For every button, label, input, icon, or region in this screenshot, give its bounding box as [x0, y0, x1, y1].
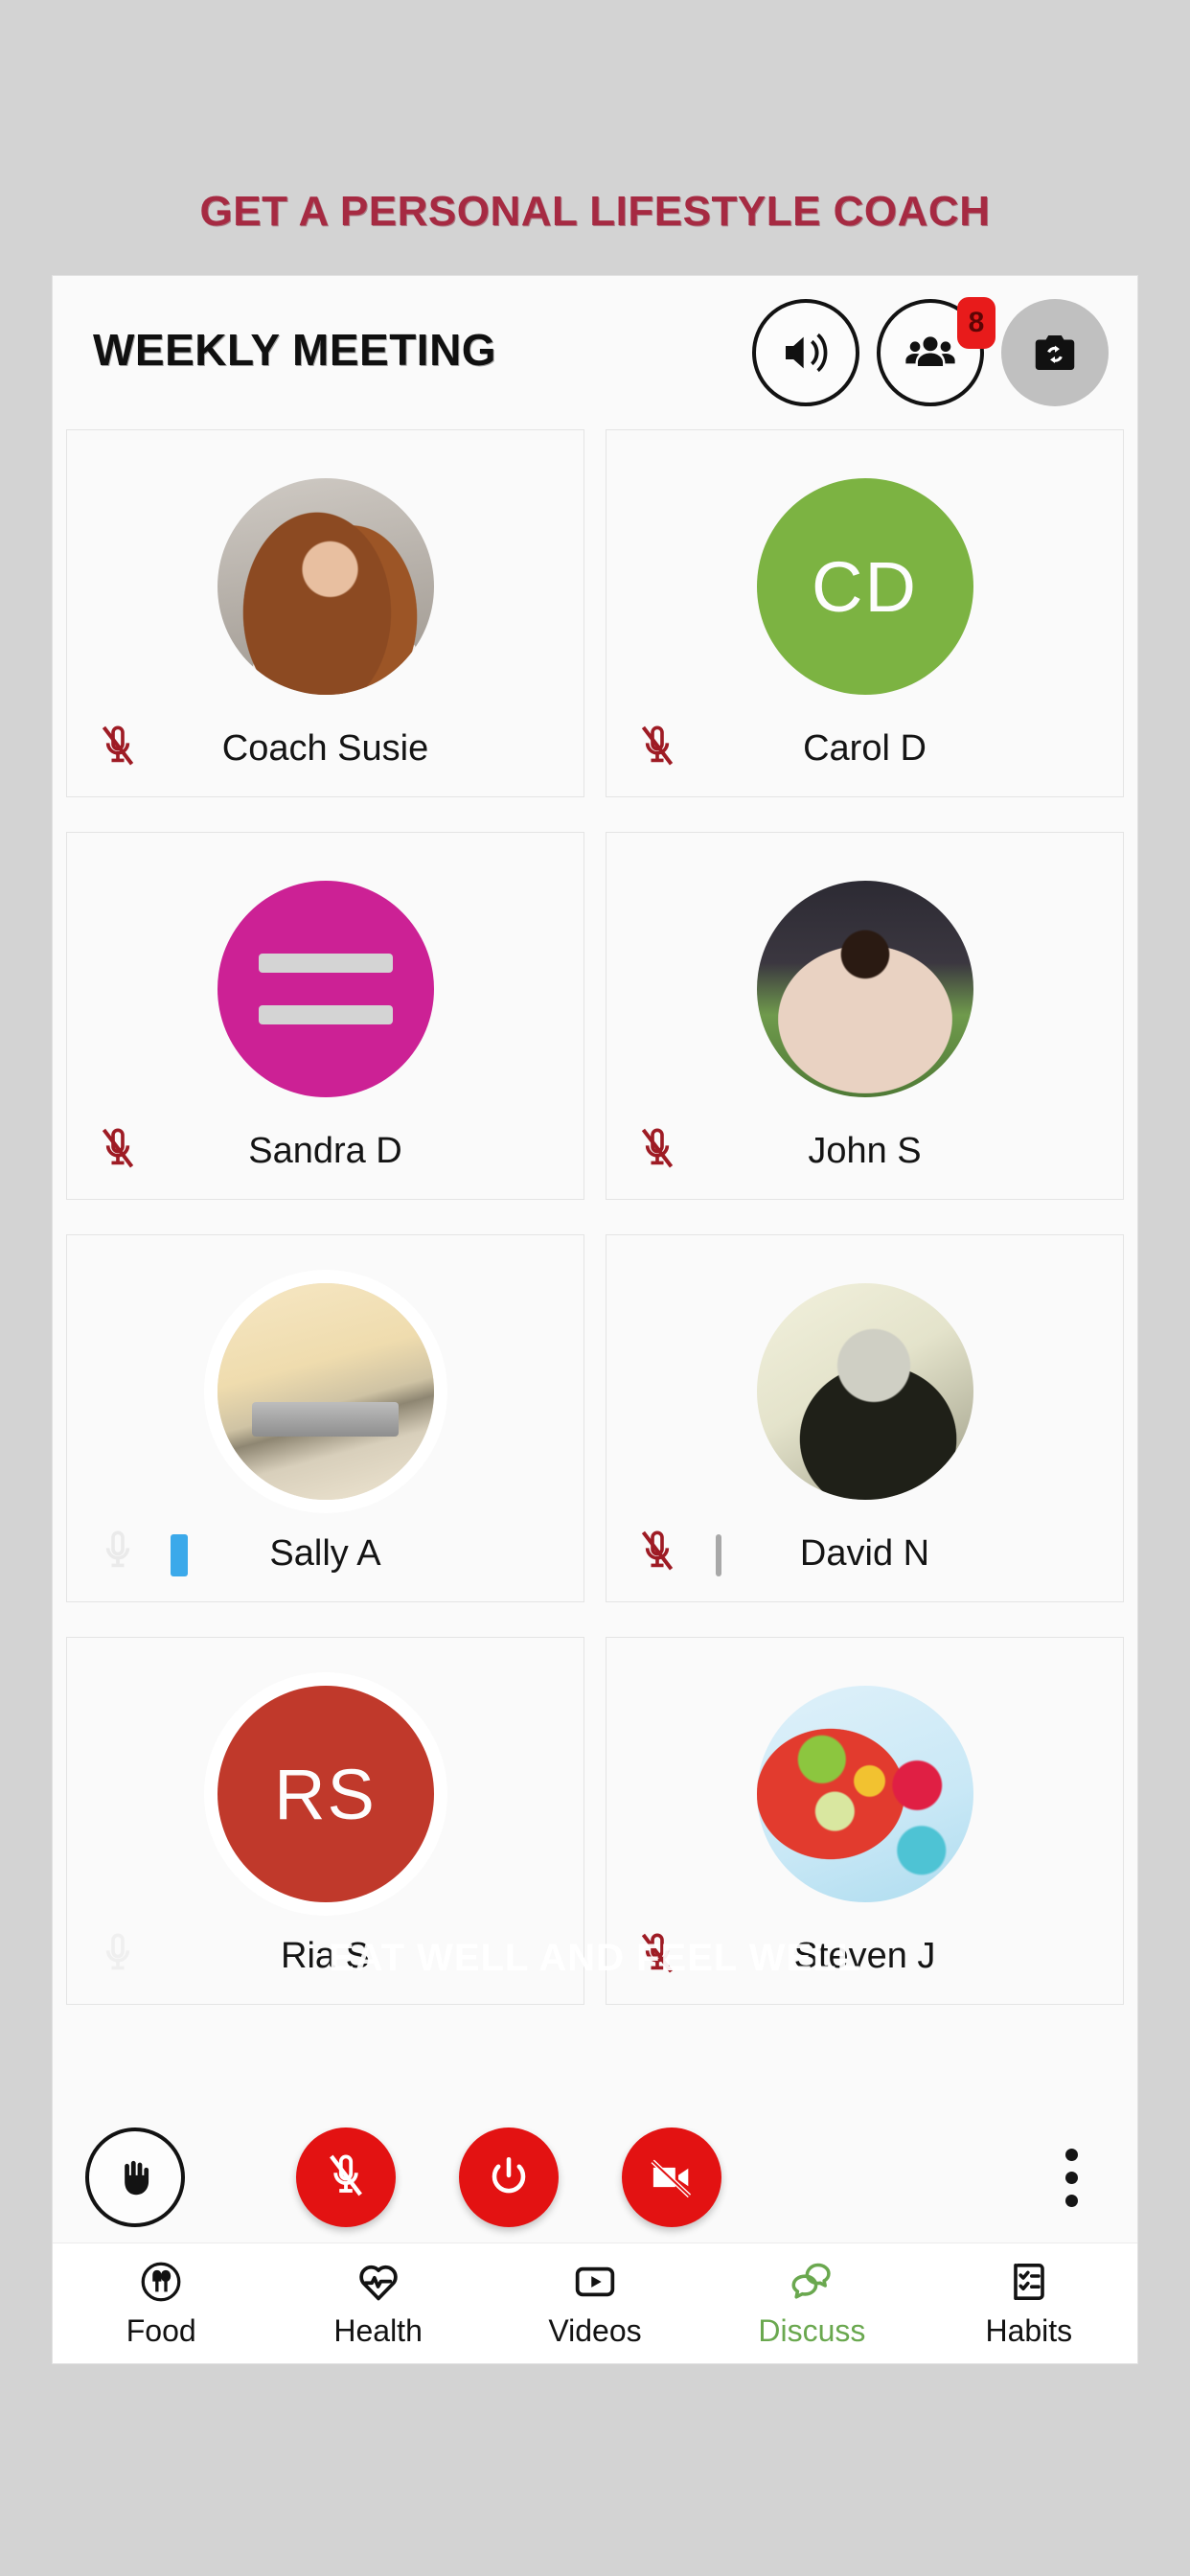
participant-name: Sally A — [269, 1533, 381, 1574]
call-controls — [53, 2112, 1137, 2242]
avatar-wrap — [217, 881, 434, 1097]
bottom-nav: Food Health Videos Discuss Habits — [53, 2242, 1137, 2363]
participant-name: Ria S — [281, 1936, 370, 1976]
plate-cutlery-icon — [137, 2258, 185, 2306]
avatar — [217, 478, 434, 695]
page-title: WEEKLY MEETING — [93, 325, 497, 375]
avatar-wrap — [756, 1686, 973, 1902]
avatar-placeholder-icon — [217, 881, 434, 1097]
participant-tile[interactable]: John S — [606, 832, 1124, 1200]
participants-icon — [903, 325, 958, 380]
nav-item-videos[interactable]: Videos — [487, 2243, 703, 2363]
dot-icon — [1064, 2148, 1078, 2161]
avatar-wrap — [756, 881, 973, 1097]
avatar-initials: CD — [812, 546, 918, 627]
speaker-icon — [779, 326, 833, 380]
power-icon — [485, 2153, 533, 2201]
avatar — [217, 1283, 434, 1500]
avatar-wrap — [217, 478, 434, 695]
status-badge: 8 — [957, 297, 995, 349]
header-actions: 8 — [752, 297, 1109, 406]
dot-icon — [1064, 2171, 1078, 2184]
nav-label: Discuss — [758, 2313, 866, 2348]
participant-tile[interactable]: David N — [606, 1234, 1124, 1602]
avatar-photo — [756, 881, 973, 1097]
participant-name: John S — [808, 1131, 922, 1171]
nav-item-habits[interactable]: Habits — [921, 2243, 1137, 2363]
participant-tile[interactable]: CD Carol D — [606, 429, 1124, 797]
mute-mic-button[interactable] — [296, 2128, 396, 2227]
avatar-photo — [217, 478, 434, 695]
chat-bubbles-icon — [787, 2258, 836, 2306]
nav-label: Food — [126, 2313, 196, 2348]
avatar-wrap: CD — [756, 478, 973, 695]
avatar-wrap — [756, 1283, 973, 1500]
more-options-button[interactable] — [1038, 2128, 1105, 2227]
video-off-icon — [646, 2151, 698, 2203]
meeting-header: WEEKLY MEETING 8 — [53, 276, 1137, 429]
participant-tile[interactable]: Sandra D — [66, 832, 584, 1200]
participant-grid: Coach Susie CD Carol D Sandra D John S S… — [53, 429, 1137, 2005]
avatar — [756, 1283, 973, 1500]
avatar — [756, 1686, 973, 1902]
hand-icon — [110, 2152, 160, 2202]
heart-pulse-icon — [354, 2258, 403, 2306]
switch-camera-icon — [1029, 327, 1081, 379]
end-call-button[interactable] — [459, 2128, 559, 2227]
avatar: CD — [756, 478, 973, 695]
participant-name: Carol D — [803, 728, 927, 769]
participant-tile[interactable]: RS Ria S — [66, 1637, 584, 2005]
participant-tile[interactable]: Sally A — [66, 1234, 584, 1602]
avatar-photo — [756, 1283, 973, 1500]
avatar-wrap — [217, 1283, 434, 1500]
participant-tile[interactable]: Coach Susie — [66, 429, 584, 797]
nav-label: Videos — [548, 2313, 642, 2348]
avatar-photo — [756, 1686, 973, 1902]
nav-item-food[interactable]: Food — [53, 2243, 269, 2363]
participant-tile[interactable]: Steven J — [606, 1637, 1124, 2005]
avatar: RS — [217, 1686, 434, 1902]
participant-name: Steven J — [793, 1936, 936, 1976]
raise-hand-button[interactable] — [85, 2128, 185, 2227]
nav-label: Health — [333, 2313, 423, 2348]
speaker-button[interactable] — [752, 299, 859, 406]
participants-button[interactable]: 8 — [877, 297, 995, 406]
stop-video-button[interactable] — [622, 2128, 721, 2227]
dot-icon — [1064, 2194, 1078, 2207]
phone-frame: WEEKLY MEETING 8 Coach Susie CD Carol D … — [53, 276, 1137, 2363]
participant-name: David N — [799, 1533, 930, 1574]
avatar-initials: RS — [274, 1754, 377, 1834]
nav-item-discuss[interactable]: Discuss — [703, 2243, 920, 2363]
mic-muted-icon — [321, 2150, 371, 2204]
avatar-photo — [217, 1283, 434, 1500]
switch-camera-button[interactable] — [1001, 299, 1109, 406]
promo-headline: GET A PERSONAL LIFESTYLE COACH — [199, 188, 991, 235]
nav-label: Habits — [985, 2313, 1073, 2348]
nav-item-health[interactable]: Health — [269, 2243, 486, 2363]
participant-name: Sandra D — [248, 1131, 402, 1171]
checklist-icon — [1006, 2258, 1052, 2306]
participant-name: Coach Susie — [221, 728, 429, 769]
avatar — [756, 881, 973, 1097]
avatar-wrap: RS — [217, 1686, 434, 1902]
video-play-icon — [571, 2258, 619, 2306]
avatar — [217, 881, 434, 1097]
screen: GET A PERSONAL LIFESTYLE COACH WEEKLY ME… — [0, 0, 1190, 2576]
